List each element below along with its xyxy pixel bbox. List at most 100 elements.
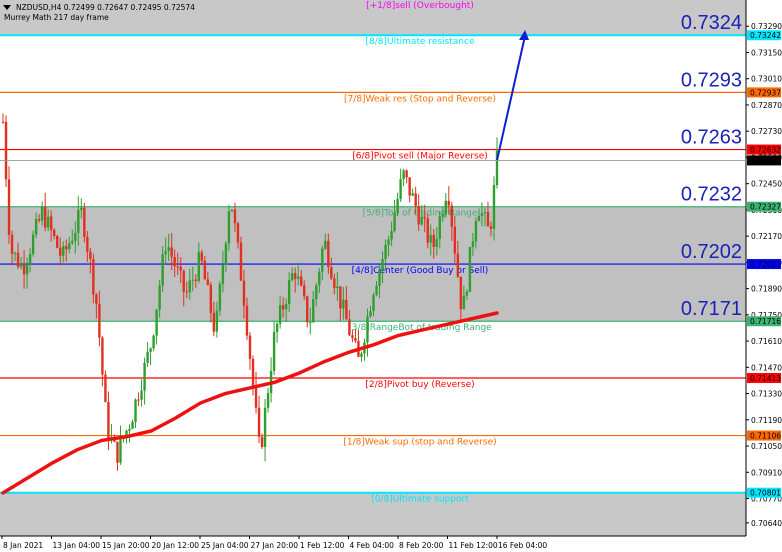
y-tick-label: 0.71610	[751, 337, 782, 346]
symbol-info: NZDUSD,H4 0.72499 0.72647 0.72495 0.7257…	[16, 3, 195, 12]
candle-body	[348, 319, 351, 336]
level-label: [7/8]Weak res (Stop and Reverse)	[344, 94, 496, 104]
candle-body	[378, 269, 381, 286]
candle-body	[272, 332, 276, 371]
candle-body	[453, 226, 457, 254]
candle-body	[104, 374, 107, 403]
candle-body	[182, 270, 185, 292]
chart: [+1/8]sell (Overbought) [8/8]Ultimate res…	[0, 0, 782, 552]
candle-body	[107, 402, 110, 440]
candle-body	[387, 239, 390, 245]
y-tick-label: 0.72870	[751, 101, 782, 110]
y-tick-label: 0.73010	[751, 75, 782, 84]
x-tick-label: 4 Feb 04:00	[350, 541, 395, 550]
candle-body	[284, 304, 288, 310]
candle-body	[354, 337, 357, 341]
candle-body	[239, 242, 243, 281]
x-tick-label: 27 Jan 20:00	[251, 541, 299, 550]
candle-body	[483, 212, 487, 214]
candle-body	[411, 193, 414, 196]
candle-body	[330, 267, 333, 279]
candle-body	[119, 438, 122, 463]
candle-body	[215, 310, 219, 332]
level-price-tag-text: 0.73242	[750, 31, 781, 40]
candle-body	[399, 179, 402, 199]
candle-body	[1, 121, 5, 123]
candle-body	[56, 236, 59, 248]
candle-body	[318, 271, 321, 286]
candle-body	[89, 251, 92, 260]
candle-body	[19, 264, 23, 267]
candle-body	[116, 441, 119, 463]
candle-body	[53, 230, 56, 237]
candle-body	[278, 305, 282, 324]
y-tick-label: 0.72730	[751, 127, 782, 136]
y-tick-label: 0.71470	[751, 363, 782, 372]
candle-body	[197, 252, 200, 281]
candle-body	[417, 206, 420, 225]
candle-body	[429, 234, 432, 243]
candle-body	[98, 303, 101, 338]
level-price-tag-text: 0.70801	[750, 489, 781, 498]
x-tick-label: 1 Feb 12:00	[300, 541, 345, 550]
indicator-label: Murrey Math 217 day frame	[4, 13, 109, 22]
candle-body	[224, 243, 228, 265]
candle-body	[260, 436, 264, 447]
level-label: [5/8]Top of trading Range	[363, 209, 478, 219]
candle-body	[31, 234, 35, 255]
level-label: [+1/8]sell (Overbought)	[366, 1, 474, 11]
level-price-tag-text: 0.71413	[750, 374, 781, 383]
x-tick-label: 13 Jan 04:00	[53, 541, 101, 550]
y-tick-label: 0.73290	[751, 22, 782, 31]
candle-body	[191, 279, 194, 281]
candle-body	[128, 428, 131, 431]
candle-body	[95, 294, 98, 304]
candle-body	[92, 259, 95, 295]
candle-body	[303, 285, 306, 297]
big-level-value: 0.7263	[681, 127, 742, 149]
candle-body	[456, 253, 460, 277]
level-label: [0/8]Ultimate support	[371, 495, 469, 505]
big-level-value: 0.7202	[681, 241, 742, 263]
candle-body	[7, 179, 11, 235]
candle-body	[486, 212, 490, 227]
candle-body	[306, 296, 309, 323]
candle-body	[194, 279, 197, 281]
candle-body	[444, 200, 447, 215]
candle-body	[13, 252, 17, 254]
candle-body	[381, 259, 384, 270]
candle-body	[426, 218, 429, 243]
candle-body	[37, 219, 41, 221]
x-tick-label: 15 Jan 20:00	[102, 541, 150, 550]
candle-body	[459, 276, 463, 310]
candle-body	[134, 399, 137, 422]
candle-body	[408, 177, 411, 196]
candle-body	[471, 241, 475, 247]
y-tick-label: 0.72450	[751, 180, 782, 189]
candle-body	[327, 240, 330, 268]
candle-body	[435, 239, 438, 247]
candle-body	[393, 213, 396, 231]
candle-body	[65, 246, 68, 250]
candle-body	[405, 170, 408, 178]
candle-body	[185, 291, 188, 293]
candle-body	[372, 294, 375, 312]
candle-body	[149, 348, 152, 352]
candle-body	[161, 254, 164, 286]
candle-body	[158, 285, 161, 310]
candle-body	[423, 216, 426, 219]
candle-body	[420, 216, 423, 225]
candle-body	[49, 216, 53, 231]
candle-body	[74, 232, 77, 241]
level-price-tag-text: 0.72021	[750, 260, 781, 269]
x-tick-label: 8 Feb 20:00	[399, 541, 444, 550]
candle-body	[164, 250, 167, 255]
y-tick-label: 0.71330	[751, 390, 782, 399]
candle-body	[296, 276, 300, 279]
candle-body	[290, 273, 294, 281]
candle-body	[384, 244, 387, 260]
candle-body	[351, 335, 354, 338]
candle-body	[43, 206, 47, 228]
candle-body	[251, 358, 255, 387]
candle-body	[71, 240, 74, 244]
